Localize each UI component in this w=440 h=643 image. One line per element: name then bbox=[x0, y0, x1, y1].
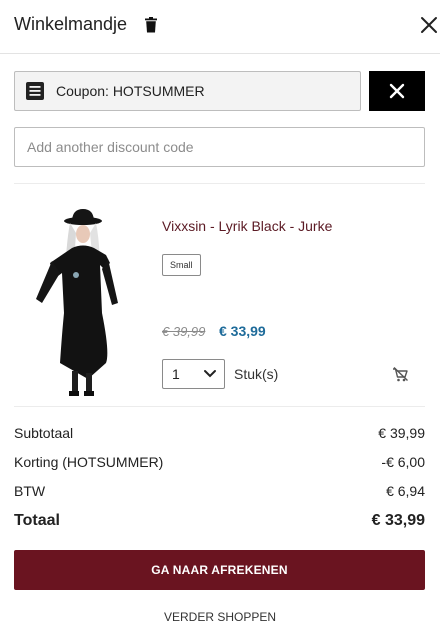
trash-icon[interactable] bbox=[144, 17, 158, 33]
remove-from-cart-icon[interactable] bbox=[392, 367, 409, 382]
tax-label: BTW bbox=[14, 483, 46, 499]
divider bbox=[14, 183, 425, 184]
applied-coupon: Coupon: HOTSUMMER bbox=[14, 71, 361, 111]
discount-code-input[interactable] bbox=[14, 127, 425, 167]
remove-coupon-button[interactable] bbox=[369, 71, 425, 111]
quantity-value: 1 bbox=[172, 366, 180, 382]
divider bbox=[14, 406, 425, 407]
continue-shopping-link[interactable]: VERDER SHOPPEN bbox=[0, 610, 440, 624]
cart-title: Winkelmandje bbox=[14, 14, 128, 34]
discount-value: -€ 6,00 bbox=[381, 454, 425, 470]
product-name-link[interactable]: Vixxsin - Lyrik Black - Jurke bbox=[162, 218, 332, 234]
size-badge: Small bbox=[162, 254, 201, 276]
original-price: € 39,99 bbox=[162, 324, 206, 339]
close-icon[interactable] bbox=[420, 16, 438, 34]
cart-header: Winkelmandje bbox=[0, 0, 440, 54]
total-label: Totaal bbox=[14, 512, 60, 529]
coupon-label: Coupon: HOTSUMMER bbox=[56, 83, 205, 99]
sale-price: € 33,99 bbox=[219, 323, 266, 339]
total-value: € 33,99 bbox=[371, 512, 425, 529]
subtotal-value: € 39,99 bbox=[378, 425, 425, 441]
checkout-button[interactable]: GA NAAR AFREKENEN bbox=[14, 550, 425, 590]
subtotal-label: Subtotaal bbox=[14, 425, 74, 441]
coupon-list-icon bbox=[26, 82, 44, 100]
quantity-select[interactable]: 1 bbox=[162, 359, 225, 389]
tax-value: € 6,94 bbox=[386, 483, 425, 499]
quantity-unit: Stuk(s) bbox=[234, 366, 279, 382]
close-icon bbox=[389, 83, 405, 99]
product-image[interactable] bbox=[14, 203, 149, 399]
discount-label: Korting (HOTSUMMER) bbox=[14, 454, 164, 470]
chevron-down-icon bbox=[204, 370, 216, 378]
